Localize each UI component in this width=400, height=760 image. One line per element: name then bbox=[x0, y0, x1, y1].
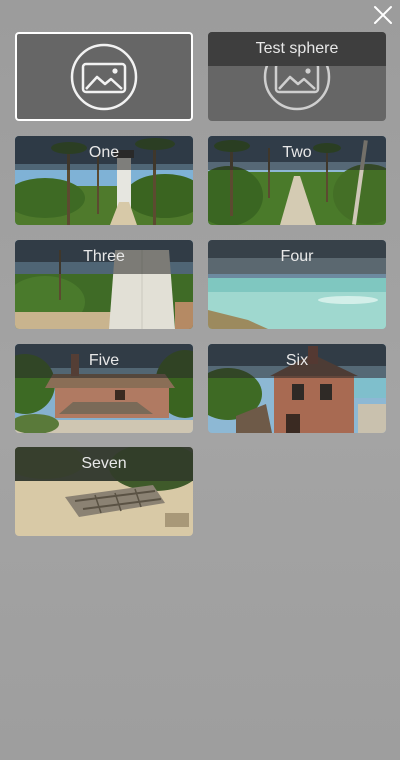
scene-tile-one[interactable]: One bbox=[15, 136, 193, 225]
scene-label: Four bbox=[280, 248, 314, 265]
scene-label: Seven bbox=[81, 455, 127, 472]
image-icon bbox=[70, 43, 138, 110]
scene-label: Two bbox=[282, 144, 312, 161]
scene-label: Test sphere bbox=[255, 40, 339, 57]
scene-tile-three[interactable]: Three bbox=[15, 240, 193, 329]
scene-label: Three bbox=[83, 248, 125, 265]
scene-tile-selected[interactable] bbox=[15, 32, 193, 121]
scene-label: One bbox=[88, 144, 120, 161]
scene-tile-seven[interactable]: Seven bbox=[15, 447, 193, 536]
scene-tile-five[interactable]: Five bbox=[15, 344, 193, 433]
scene-tile-test-sphere[interactable]: Test sphere bbox=[208, 32, 386, 121]
close-button[interactable] bbox=[372, 4, 394, 26]
scene-tile-six[interactable]: Six bbox=[208, 344, 386, 433]
close-x-icon bbox=[374, 6, 392, 24]
scene-label: Six bbox=[285, 352, 309, 369]
scene-tile-two[interactable]: Two bbox=[208, 136, 386, 225]
scene-label: Five bbox=[88, 352, 120, 369]
scene-tile-four[interactable]: Four bbox=[208, 240, 386, 329]
